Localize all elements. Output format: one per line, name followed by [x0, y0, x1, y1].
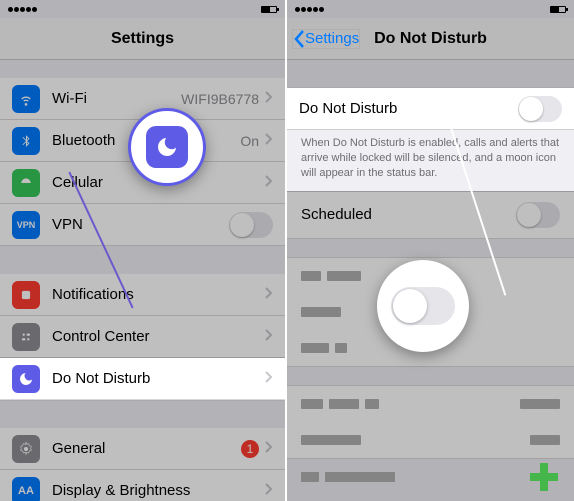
row-label: Notifications [52, 286, 265, 303]
section-spacer [0, 246, 285, 274]
dnd-description: When Do Not Disturb is enabled, calls an… [287, 130, 574, 191]
battery-icon [550, 6, 566, 13]
chevron-right-icon [265, 286, 273, 304]
signal-dots-icon [8, 4, 38, 14]
bluetooth-icon [12, 127, 40, 155]
blurred-section [287, 385, 574, 459]
row-label: Control Center [52, 328, 265, 345]
display-icon: AA [12, 477, 40, 501]
cellular-icon [12, 169, 40, 197]
page-title: Settings [111, 30, 174, 48]
general-row[interactable]: General 1 [0, 428, 285, 470]
dnd-screen: Settings Do Not Disturb Do Not Disturb W… [287, 0, 574, 501]
dnd-toggle-row[interactable]: Do Not Disturb [287, 88, 574, 130]
row-value: On [240, 133, 259, 149]
do-not-disturb-row[interactable]: Do Not Disturb [0, 358, 285, 400]
row-label: Display & Brightness [52, 482, 265, 499]
moon-callout [128, 108, 206, 186]
toggle-icon [391, 287, 455, 325]
back-label: Settings [305, 30, 359, 47]
dnd-toggle[interactable] [518, 96, 562, 122]
control-center-icon [12, 323, 40, 351]
dnd-toggle-section: Do Not Disturb [287, 88, 574, 130]
wifi-row[interactable]: Wi-Fi WIFI9B6778 [0, 78, 285, 120]
chevron-right-icon [265, 174, 273, 192]
scheduled-toggle[interactable] [516, 202, 560, 228]
notifications-row[interactable]: Notifications [0, 274, 285, 316]
vpn-icon: VPN [12, 211, 40, 239]
section-spacer [287, 239, 574, 257]
row-label: Do Not Disturb [299, 100, 518, 117]
section-spacer [0, 60, 285, 78]
scheduled-row[interactable]: Scheduled [287, 191, 574, 239]
navbar: Settings [0, 18, 285, 60]
status-bar [0, 0, 285, 18]
section-spacer [287, 367, 574, 385]
vpn-row[interactable]: VPN VPN [0, 204, 285, 246]
moon-icon [12, 365, 40, 393]
signal-dots-icon [295, 4, 325, 14]
notifications-section: Notifications Control Center Do Not Dist… [0, 274, 285, 400]
toggle-callout [377, 260, 469, 352]
badge: 1 [241, 440, 259, 458]
row-label: VPN [52, 216, 229, 233]
chevron-right-icon [265, 370, 273, 388]
section-spacer [287, 60, 574, 88]
battery-icon [261, 6, 277, 13]
section-spacer [0, 400, 285, 428]
wifi-icon [12, 85, 40, 113]
moon-icon [146, 126, 188, 168]
back-button[interactable]: Settings [293, 30, 359, 48]
row-label: General [52, 440, 241, 457]
scheduled-label: Scheduled [301, 206, 372, 223]
control-center-row[interactable]: Control Center [0, 316, 285, 358]
plus-icon [530, 463, 558, 491]
row-value: WIFI9B6778 [181, 91, 259, 107]
chevron-right-icon [265, 328, 273, 346]
chevron-right-icon [265, 90, 273, 108]
status-bar [287, 0, 574, 18]
navbar: Settings Do Not Disturb [287, 18, 574, 60]
gear-icon [12, 435, 40, 463]
row-label: Do Not Disturb [52, 370, 265, 387]
settings-screen: Settings Wi-Fi WIFI9B6778 Bluetooth On C… [0, 0, 287, 501]
general-section: General 1 AA Display & Brightness Wallpa… [0, 428, 285, 501]
row-label: Wi-Fi [52, 90, 181, 107]
notifications-icon [12, 281, 40, 309]
chevron-right-icon [265, 132, 273, 150]
page-title: Do Not Disturb [374, 30, 487, 48]
display-brightness-row[interactable]: AA Display & Brightness [0, 470, 285, 501]
section-spacer [287, 495, 574, 501]
vpn-toggle[interactable] [229, 212, 273, 238]
chevron-right-icon [265, 482, 273, 500]
chevron-right-icon [265, 440, 273, 458]
